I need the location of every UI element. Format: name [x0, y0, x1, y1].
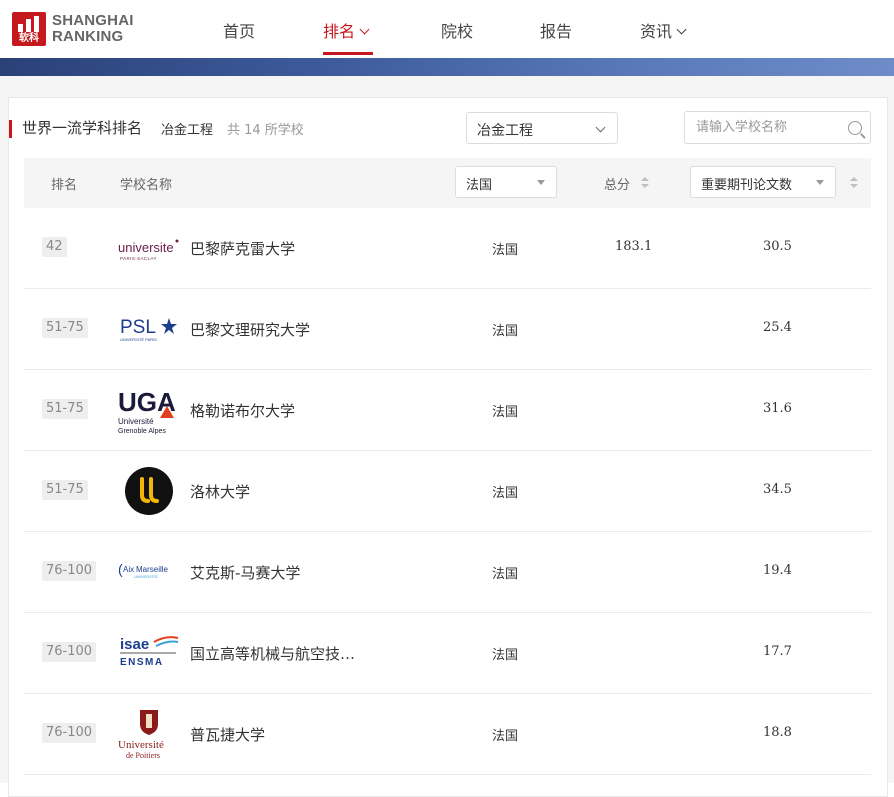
papers-score: 18.8 [763, 725, 792, 740]
chevron-down-icon [359, 24, 370, 35]
papers-score: 30.5 [763, 239, 792, 254]
svg-text:de Poitiers: de Poitiers [126, 751, 160, 760]
papers-score: 17.7 [763, 644, 792, 659]
table-row[interactable]: 51-75 UGA Université Grenoble Alpes 格勒诺布… [24, 370, 871, 451]
brand-line2: RANKING [52, 28, 124, 45]
school-search[interactable] [684, 111, 871, 144]
svg-text:Marseille: Marseille [136, 565, 169, 574]
brand-logo-cn: 软科 [19, 33, 39, 44]
svg-text:UNIVERSITE: UNIVERSITE [134, 574, 158, 579]
country-filter-select[interactable]: 法国 [455, 166, 557, 198]
rank-badge: 42 [42, 237, 67, 257]
nav-home-label: 首页 [223, 22, 256, 41]
svg-text:ENSMA: ENSMA [120, 657, 164, 668]
paris-saclay-logo-icon: universite PARIS-SACLAY [118, 239, 179, 261]
brand-line1: SHANGHAI [52, 12, 134, 29]
university-name[interactable]: 巴黎萨克雷大学 [190, 238, 295, 259]
university-name[interactable]: 普瓦捷大学 [190, 724, 265, 745]
papers-score: 19.4 [763, 563, 792, 578]
university-name[interactable]: 国立高等机械与航空技… [190, 643, 355, 664]
total-score: 183.1 [615, 239, 653, 254]
papers-score: 34.5 [763, 482, 792, 497]
school-count: 共 14 所学校 [227, 123, 304, 138]
table-row[interactable]: 76-100 ( Aix Marseille UNIVERSITE 艾克斯-马赛… [24, 532, 871, 613]
nav-news[interactable]: 资讯 [640, 18, 687, 42]
panel-subject: 冶金工程 [161, 123, 214, 138]
col-rank: 排名 [51, 178, 78, 193]
chevron-down-icon [676, 24, 687, 35]
svg-text:isae: isae [120, 636, 149, 653]
svg-text:Aix: Aix [123, 565, 134, 574]
nav-reports-label: 报告 [540, 22, 573, 41]
nav-news-label: 资讯 [640, 22, 673, 41]
rank-badge: 51-75 [42, 318, 88, 338]
country: 法国 [492, 486, 519, 501]
panel-title: 世界一流学科排名 [22, 119, 143, 137]
nav-institutions[interactable]: 院校 [441, 18, 473, 42]
nav-rankings[interactable]: 排名 [323, 18, 370, 42]
nav-home[interactable]: 首页 [223, 18, 255, 42]
site-header: 软科 SHANGHAI RANKING 首页 排名 院校 报告 资讯 [0, 0, 894, 58]
svg-text:UNIVERSITÉ PARIS: UNIVERSITÉ PARIS [120, 337, 157, 342]
aix-marseille-logo-icon: ( Aix Marseille UNIVERSITE [118, 561, 169, 579]
caret-down-icon [537, 180, 545, 185]
country: 法国 [492, 729, 519, 744]
table-row[interactable]: 51-75 PSL UNIVERSITÉ PARIS 巴黎文理研究大学 法国 2… [24, 289, 871, 370]
indicator-select[interactable]: 重要期刊论文数 [690, 166, 836, 198]
sort-icon[interactable] [850, 177, 858, 189]
lorraine-logo-icon [125, 467, 173, 515]
caret-down-icon [816, 180, 824, 185]
country-filter-value: 法国 [466, 178, 493, 193]
university-name[interactable]: 艾克斯-马赛大学 [190, 562, 300, 583]
university-name[interactable]: 巴黎文理研究大学 [190, 319, 310, 340]
rank-badge: 76-100 [42, 723, 97, 743]
rank-badge: 76-100 [42, 561, 97, 581]
country: 法国 [492, 324, 519, 339]
search-icon[interactable] [848, 121, 862, 135]
brand-name[interactable]: SHANGHAI RANKING [52, 13, 134, 45]
brand-logo-icon[interactable]: 软科 [12, 12, 46, 46]
table-row[interactable]: 51-75 洛林大学 法国 34.5 [24, 451, 871, 532]
indicator-select-value: 重要期刊论文数 [701, 178, 793, 193]
sort-icon[interactable] [641, 177, 649, 189]
table-row[interactable]: 42 universite PARIS-SACLAY 巴黎萨克雷大学 法国 18… [24, 208, 871, 289]
country: 法国 [492, 648, 519, 663]
svg-text:Grenoble Alpes: Grenoble Alpes [118, 428, 166, 435]
rank-badge: 76-100 [42, 642, 97, 662]
poitiers-logo-icon: Université de Poitiers [118, 710, 164, 760]
country: 法国 [492, 243, 519, 258]
nav-rankings-label: 排名 [323, 22, 356, 41]
rank-badge: 51-75 [42, 480, 88, 500]
psl-logo-icon: PSL UNIVERSITÉ PARIS [120, 317, 177, 342]
title-accent-bar [9, 120, 12, 138]
hero-banner [0, 58, 894, 76]
svg-text:universite: universite [118, 240, 174, 255]
rank-badge: 51-75 [42, 399, 88, 419]
nav-reports[interactable]: 报告 [540, 18, 572, 42]
country: 法国 [492, 405, 519, 420]
subject-select-value: 冶金工程 [477, 123, 533, 139]
nav-institutions-label: 院校 [441, 22, 474, 41]
chevron-down-icon [595, 122, 606, 133]
svg-text:Université: Université [118, 739, 164, 751]
university-name[interactable]: 洛林大学 [190, 481, 250, 502]
search-input[interactable] [685, 112, 835, 143]
papers-score: 25.4 [763, 320, 792, 335]
svg-text:Université: Université [118, 417, 154, 426]
papers-score: 31.6 [763, 401, 792, 416]
svg-text:PSL: PSL [120, 317, 156, 338]
table-row[interactable]: 76-100 Université de Poitiers 普瓦捷大学 法国 1… [24, 694, 871, 775]
table-header: 排名 学校名称 法国 总分 重要期刊论文数 [24, 158, 871, 208]
table-row[interactable]: 76-100 isae ENSMA 国立高等机械与航空技… 法国 17.7 [24, 613, 871, 694]
subject-select[interactable]: 冶金工程 [466, 112, 618, 144]
nav-active-indicator [323, 52, 373, 55]
university-name[interactable]: 格勒诺布尔大学 [190, 400, 295, 421]
isae-ensma-logo-icon: isae ENSMA [120, 636, 179, 668]
col-name: 学校名称 [120, 178, 173, 193]
uga-logo-icon: UGA Université Grenoble Alpes [118, 387, 176, 435]
svg-text:PARIS-SACLAY: PARIS-SACLAY [120, 256, 157, 261]
col-total-label: 总分 [604, 178, 631, 193]
col-total[interactable]: 总分 [604, 174, 630, 193]
country: 法国 [492, 567, 519, 582]
